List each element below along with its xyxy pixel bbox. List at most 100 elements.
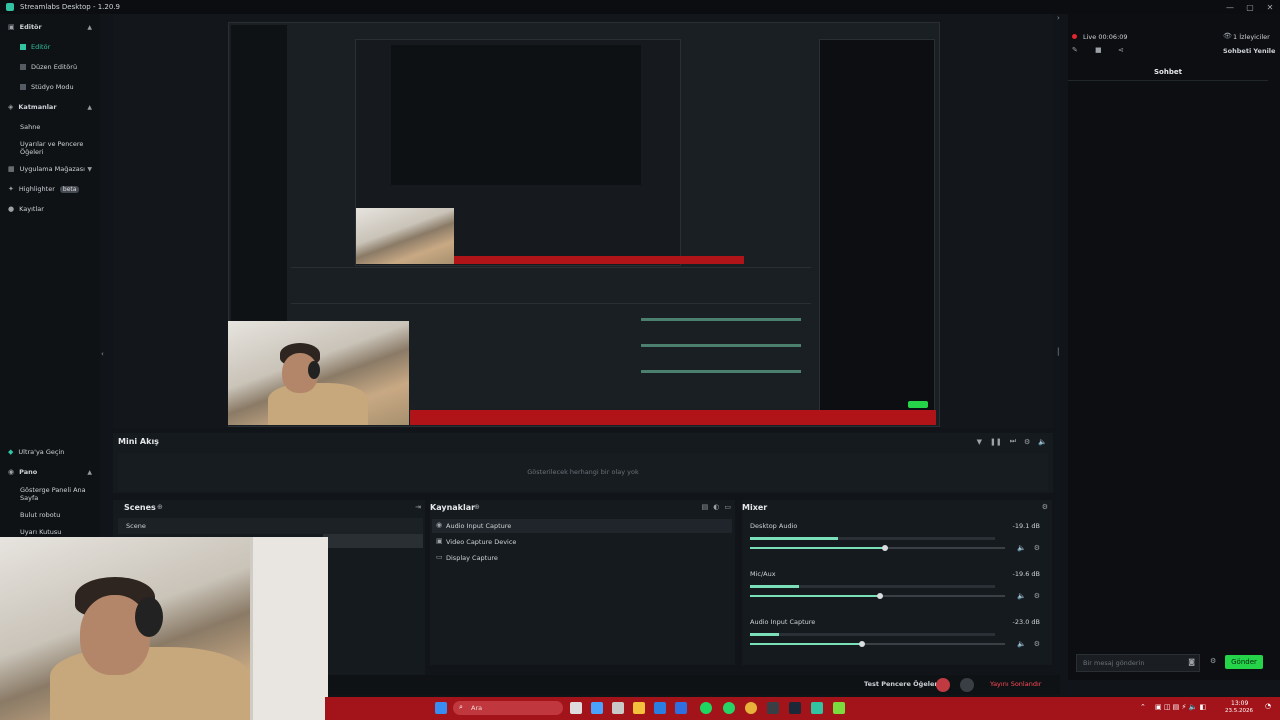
pause-icon[interactable]: ❚❚ [990, 437, 1002, 446]
sidebar-panel-header[interactable]: ◉ Pano [8, 468, 37, 476]
chrome-icon[interactable] [745, 702, 757, 714]
end-stream-button[interactable]: Yayını Sonlandır [990, 680, 1041, 688]
scene-transition-icon[interactable]: ⇥ [415, 503, 421, 511]
scene-row[interactable]: Scene [118, 518, 423, 534]
chevron-up-icon[interactable]: ▲ [87, 104, 92, 111]
sidebar-item-alerts-widgets[interactable]: Uyarılar ve Pencere Öğeleri [20, 140, 90, 156]
send-button[interactable]: Gönder [1225, 655, 1263, 669]
copilot-icon[interactable] [591, 702, 603, 714]
folder-icon[interactable]: ▤ [702, 503, 709, 511]
chevron-down-icon[interactable]: ▼ [87, 166, 92, 173]
sidebar-item-app-store[interactable]: ▦ Uygulama Mağazası [8, 165, 85, 173]
edit-icon[interactable]: ✎ [1072, 46, 1078, 54]
camera-icon[interactable]: ■ [1095, 46, 1102, 54]
share-icon[interactable]: ⋖ [1118, 46, 1124, 54]
mixer-title: Mixer [742, 503, 768, 512]
volume-slider[interactable] [750, 593, 1005, 599]
app-icon[interactable] [767, 702, 779, 714]
streamlabs-taskbar-icon[interactable] [811, 702, 823, 714]
volume-slider-knob[interactable] [877, 593, 884, 599]
volume-slider[interactable] [750, 545, 1005, 551]
test-widgets-button[interactable]: Test Pencere Öğeleri [864, 680, 940, 688]
store-app-icon[interactable] [675, 702, 687, 714]
close-icon[interactable]: ✕ [1260, 0, 1280, 14]
volume-slider-knob[interactable] [882, 545, 889, 551]
eye-icon[interactable]: ◐ [713, 503, 719, 511]
speaker-icon[interactable]: 🔈 [1017, 544, 1026, 552]
collapse-left-icon[interactable]: ‹ [101, 350, 104, 358]
audio-level-meter [750, 537, 839, 540]
sidebar-item-highlighter[interactable]: ✦ Highlighter beta [8, 185, 80, 193]
collapse-chat-icon[interactable]: › [1057, 14, 1060, 22]
chat-message-input[interactable]: Bir mesaj gönderin ◙ [1076, 654, 1200, 672]
maximize-icon[interactable]: ▢ [1240, 0, 1260, 14]
resize-handle-icon[interactable]: │ [1056, 348, 1060, 356]
speaker-icon[interactable]: 🔈 [1017, 592, 1026, 600]
emoji-icon[interactable]: ◙ [1188, 658, 1195, 666]
mixer-panel: Mixer ⚙ Desktop Audio -19.1 dB 🔈 ⚙ Mic/A… [742, 500, 1052, 665]
live-timer: Live 00:06:09 [1083, 33, 1128, 41]
source-row[interactable]: ▣ Video Capture Device [432, 535, 732, 549]
record-button[interactable] [936, 678, 950, 692]
volume-slider-knob[interactable] [859, 641, 866, 647]
channel-settings-icon[interactable]: ⚙ [1034, 544, 1040, 552]
sidebar-item-ultra[interactable]: ◆ Ultra'ya Geçin [8, 448, 64, 456]
chevron-up-icon[interactable]: ▲ [87, 24, 92, 31]
app-logo-icon [6, 3, 14, 11]
source-row[interactable]: ▭ Display Capture [432, 551, 732, 565]
chevron-up-icon[interactable]: ▲ [87, 469, 92, 476]
highlighter-icon: ✦ [8, 185, 14, 193]
taskbar-search[interactable]: ⌕ Ara [453, 701, 563, 715]
mixer-channel-audio-input: Audio Input Capture -23.0 dB 🔈 ⚙ [750, 618, 1040, 648]
clock-time[interactable]: 13:09 [1231, 700, 1248, 707]
skip-icon[interactable]: ⏭ [1010, 437, 1016, 446]
tray-icons[interactable]: ▣ ◫ ▤ ⚡ 🔈 ◧ [1155, 703, 1206, 711]
steam-icon[interactable] [789, 702, 801, 714]
mixer-channel-desktop: Desktop Audio -19.1 dB 🔈 ⚙ [750, 522, 1040, 552]
whatsapp-icon[interactable] [723, 702, 735, 714]
speaker-icon[interactable]: 🔈 [1017, 640, 1026, 648]
widget-icon[interactable] [612, 702, 624, 714]
replay-buffer-icon[interactable] [960, 678, 974, 692]
chat-settings-icon[interactable]: ⚙ [1210, 657, 1216, 665]
clock-date[interactable]: 23.5.2026 [1225, 708, 1253, 714]
volume-slider[interactable] [750, 641, 1005, 647]
sidebar-item-dashboard-home[interactable]: Gösterge Paneli Ana Sayfa [20, 486, 90, 502]
windows-start-icon[interactable] [435, 702, 447, 714]
channel-settings-icon[interactable]: ⚙ [1034, 592, 1040, 600]
tray-chevron-icon[interactable]: ⌃ [1140, 703, 1146, 711]
sidebar-item-alert-box[interactable]: Uyarı Kutusu [20, 528, 61, 536]
filter-icon[interactable]: ▼ [977, 437, 982, 446]
task-view-icon[interactable] [570, 702, 582, 714]
lock-icon[interactable]: ▭ [724, 503, 731, 511]
file-explorer-icon[interactable] [633, 702, 645, 714]
notification-icon[interactable]: ◔ [1265, 702, 1271, 710]
sources-title: Kaynaklar [430, 503, 476, 512]
sidebar-item-recordings[interactable]: ● Kayıtlar [8, 205, 44, 213]
sidebar-item-studio-mode[interactable]: Stüdyo Modu [20, 83, 74, 91]
sidebar-item-scene[interactable]: Sahne [20, 123, 40, 131]
source-row[interactable]: ◉ Audio Input Capture [432, 519, 732, 533]
edge-icon[interactable] [654, 702, 666, 714]
nested-taskbar [454, 256, 744, 264]
chat-header: Sohbet [1068, 64, 1268, 81]
minimize-icon[interactable]: — [1220, 0, 1240, 14]
sidebar-item-layout-editor[interactable]: Düzen Editörü [20, 63, 77, 71]
spotify-icon[interactable] [700, 702, 712, 714]
refresh-chat-button[interactable]: Sohbeti Yenile [1223, 47, 1275, 55]
editor-grid-icon [20, 44, 26, 50]
layout-grid-icon [20, 64, 26, 70]
settings-icon[interactable]: ⚙ [1024, 437, 1030, 446]
add-scene-icon[interactable]: ⊕ [157, 503, 163, 511]
sidebar-item-editor[interactable]: Editör [20, 43, 50, 51]
add-source-icon[interactable]: ⊕ [474, 503, 480, 511]
sidebar-editor-header[interactable]: ▣ Editör [8, 23, 42, 31]
sidebar-item-cloudbot[interactable]: Bulut robotu [20, 511, 60, 519]
volume-icon[interactable]: 🔈 [1038, 437, 1047, 446]
preview-taskbar [410, 410, 936, 425]
mixer-settings-icon[interactable]: ⚙ [1042, 503, 1048, 511]
app2-icon[interactable] [833, 702, 845, 714]
mini-feed-panel: Mini Akış ▼ ❚❚ ⏭ ⚙ 🔈 Gösterilecek herhan… [113, 433, 1053, 493]
sidebar-layers-header[interactable]: ◈ Katmanlar [8, 103, 57, 111]
channel-settings-icon[interactable]: ⚙ [1034, 640, 1040, 648]
